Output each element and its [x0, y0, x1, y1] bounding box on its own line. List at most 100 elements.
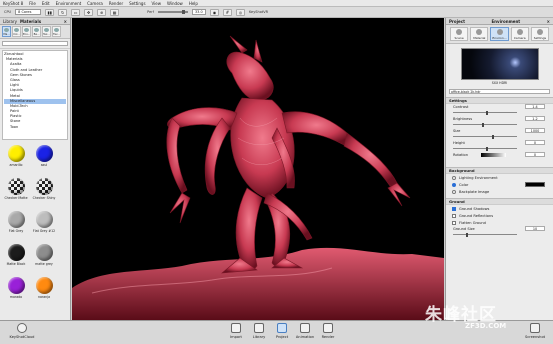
rotation-row: Rotation 0: [446, 152, 553, 164]
pause-button[interactable]: ▮▮: [45, 8, 55, 16]
menu-item-keyshot-8[interactable]: KeyShot 8: [3, 1, 23, 6]
material-ball-icon: [35, 211, 53, 228]
tree-item[interactable]: Toon: [4, 125, 66, 130]
region-button[interactable]: ▭: [71, 8, 81, 16]
grid-toggle-icon[interactable]: #: [222, 8, 232, 16]
vr-icon[interactable]: ◎: [235, 8, 245, 16]
cloud-icon: [17, 323, 27, 333]
settings-section-header[interactable]: Settings: [446, 97, 553, 104]
param-input[interactable]: 0: [525, 140, 545, 145]
param-knob[interactable]: [482, 122, 485, 127]
menu-item-settings[interactable]: Settings: [129, 1, 145, 6]
project-tab-icon: [516, 29, 523, 35]
material-thumb[interactable]: Checker Shiny: [33, 178, 55, 208]
material-thumb[interactable]: Checker Matte: [4, 178, 28, 208]
library-search-input[interactable]: [2, 41, 68, 46]
library-tab-5[interactable]: Fav...: [52, 26, 61, 37]
param-input[interactable]: 1.4: [525, 104, 545, 109]
material-thumb[interactable]: Matte Black: [5, 244, 27, 274]
material-thumb[interactable]: Flat Grey: [5, 211, 27, 241]
background-option[interactable]: Backplate Image: [446, 188, 553, 195]
close-icon[interactable]: ×: [64, 19, 67, 24]
keyshotcloud-button[interactable]: KeyShotCloud: [6, 323, 38, 339]
material-thumb[interactable]: azul: [33, 145, 55, 175]
zoom-button[interactable]: ⊕: [97, 8, 107, 16]
perf-slider[interactable]: [157, 10, 188, 14]
background-color-swatch[interactable]: [525, 182, 545, 187]
ground-section-header[interactable]: Ground: [446, 198, 553, 205]
menu-item-view[interactable]: View: [152, 1, 162, 6]
menu-item-help[interactable]: Help: [189, 1, 198, 6]
param-knob[interactable]: [485, 110, 488, 115]
project-tab-4[interactable]: Settings: [530, 27, 550, 41]
ground-option[interactable]: Ground Reflections: [446, 212, 553, 219]
project-tab-1[interactable]: Material: [470, 27, 489, 41]
library-tab-0[interactable]: Ma...: [2, 26, 11, 37]
camera-icon[interactable]: ◉: [209, 8, 219, 16]
bottom-animation-button[interactable]: Animation: [295, 323, 315, 339]
ground-size-input[interactable]: 10: [525, 226, 545, 231]
render-viewport[interactable]: [72, 18, 444, 320]
project-tab-environment[interactable]: Environment: [491, 19, 520, 24]
ground-size-knob[interactable]: [466, 232, 468, 237]
material-thumb[interactable]: amarillo: [5, 145, 27, 175]
rotation-input[interactable]: 0: [525, 152, 545, 157]
ground-option[interactable]: Ground Shadows: [446, 205, 553, 212]
perf-input[interactable]: 33.0: [191, 9, 206, 15]
bottom-import-button[interactable]: Import: [226, 323, 246, 339]
grid-button[interactable]: ▦: [110, 8, 120, 16]
param-input[interactable]: 1.2: [525, 116, 545, 121]
background-option[interactable]: Lighting Environment: [446, 174, 553, 181]
material-thumbnails: amarillo azul Checker Matte Checker Shiny Fl…: [0, 141, 70, 311]
material-thumb[interactable]: Flat Grey #12: [33, 211, 55, 241]
project-tab-3[interactable]: Camera: [510, 27, 529, 41]
screenshot-button[interactable]: Screenshot: [520, 323, 550, 339]
project-tab-2[interactable]: Environ...: [490, 27, 509, 41]
rotation-gradient[interactable]: [481, 153, 506, 157]
ground-size-slider[interactable]: [453, 234, 517, 235]
checkbox[interactable]: [452, 220, 456, 225]
menu-item-render[interactable]: Render: [109, 1, 123, 6]
project-tab-0[interactable]: Scene: [450, 27, 469, 41]
library-tab-2[interactable]: Env...: [22, 26, 31, 37]
param-input[interactable]: 1000: [525, 128, 545, 133]
refresh-button[interactable]: ↻: [58, 8, 68, 16]
bottom-render-button[interactable]: Render: [318, 323, 338, 339]
environment-select[interactable]: office-black 2k.hdr: [449, 89, 550, 94]
move-button[interactable]: ✥: [84, 8, 94, 16]
background-option-label: Color: [459, 182, 469, 187]
radio-button[interactable]: [452, 182, 456, 187]
menu-item-camera[interactable]: Camera: [87, 1, 103, 6]
library-tab-1[interactable]: Col...: [12, 26, 21, 37]
close-icon[interactable]: ×: [547, 19, 550, 24]
hdri-preview[interactable]: [460, 48, 539, 80]
material-label: azul: [40, 163, 48, 167]
material-thumb[interactable]: matte grey: [33, 244, 55, 274]
param-slider[interactable]: [453, 124, 517, 125]
bottom-project-button[interactable]: Project: [272, 323, 292, 339]
background-option[interactable]: Color: [446, 181, 553, 188]
keyshotvr-label[interactable]: KeyShotVR: [249, 10, 268, 14]
checkbox[interactable]: [452, 213, 456, 218]
library-tab-materials[interactable]: Materials: [20, 19, 41, 24]
project-tab-icon: [496, 29, 503, 35]
checkbox[interactable]: [452, 206, 456, 211]
background-section-header[interactable]: Background: [446, 167, 553, 174]
library-tab-4[interactable]: Tex...: [42, 26, 51, 37]
radio-button[interactable]: [452, 189, 456, 194]
bottom-library-button[interactable]: Library: [249, 323, 269, 339]
menu-item-edit[interactable]: Edit: [42, 1, 50, 6]
ground-option[interactable]: Flatten Ground: [446, 219, 553, 226]
radio-button[interactable]: [452, 175, 456, 180]
menu-item-environment[interactable]: Environment: [56, 1, 82, 6]
param-knob[interactable]: [485, 146, 488, 151]
menu-item-window[interactable]: Window: [167, 1, 183, 6]
library-tab-3[interactable]: Ba...: [32, 26, 41, 37]
material-thumb[interactable]: morado: [5, 277, 27, 307]
param-slider[interactable]: [453, 136, 517, 137]
library-title: Library: [3, 18, 17, 24]
cpu-select[interactable]: 8 Cores: [15, 9, 42, 15]
material-thumb[interactable]: naranja: [33, 277, 55, 307]
menu-item-file[interactable]: File: [29, 1, 36, 6]
param-knob[interactable]: [492, 134, 494, 139]
